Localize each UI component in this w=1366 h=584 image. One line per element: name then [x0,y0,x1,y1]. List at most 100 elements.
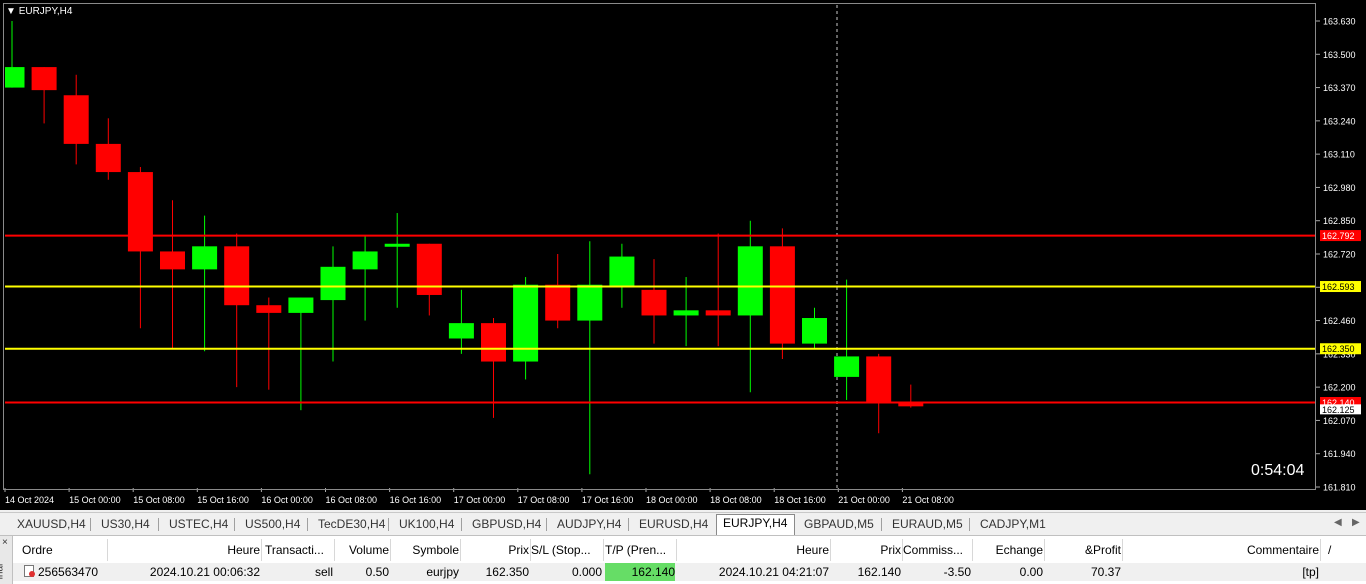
tab-separator [969,518,970,531]
candle-body [545,284,571,321]
terminal-side-strip: × inal [0,536,13,584]
column-header-type[interactable]: Transacti... [265,539,333,561]
cell-swap: 0.00 [1019,565,1043,579]
column-header-swap[interactable]: Echange [973,539,1043,561]
column-header-sl[interactable]: S/L (Stop... [531,539,602,561]
y-axis-tick-label: 162.460 [1323,316,1356,326]
tab-separator [881,518,882,531]
column-header-volume[interactable]: Volume [335,539,389,561]
x-axis-tick-label: 18 Oct 16:00 [774,495,826,505]
x-axis-tick-label: 15 Oct 16:00 [197,495,249,505]
cell-volume: 0.50 [365,565,389,579]
x-axis-tick-label: 21 Oct 08:00 [902,495,954,505]
candle-countdown-timer: 0:54:04 [1251,462,1305,479]
tab-audjpy-h4[interactable]: AUDJPY,H4 [551,516,626,533]
closed-order-icon [24,565,35,577]
column-separator[interactable] [261,539,262,561]
x-axis-tick-label: 17 Oct 00:00 [454,495,506,505]
candle-body [577,284,603,321]
price-line-tag-label: 162.792 [1322,231,1355,241]
tab-separator [90,518,91,531]
column-separator[interactable] [1320,539,1321,561]
candle-body [31,67,57,91]
price-chart[interactable]: 163.630 163.500 163.370 163.240 163.110 162.9… [0,0,1366,510]
tab-eurusd-h4[interactable]: EURUSD,H4 [633,516,709,533]
column-header-tp[interactable]: T/P (Pren... [605,539,675,561]
column-header-commission[interactable]: Commiss... [903,539,971,561]
y-axis-tick-label: 162.980 [1323,183,1356,193]
candle-body [352,251,378,270]
chart-symbol-label[interactable]: ▼ EURJPY,H4 [6,6,72,17]
cell-open-time: 2024.10.21 00:06:32 [149,565,260,579]
order-status-dot-icon [29,571,35,577]
candle-body [737,246,763,316]
candle-body [5,67,25,88]
x-axis-tick-label: 18 Oct 00:00 [646,495,698,505]
tab-us500-h4[interactable]: US500,H4 [239,516,305,533]
candle-body [160,251,185,270]
candle-body [513,284,539,362]
dropdown-triangle-icon: ▼ [6,6,16,17]
column-header-close-time[interactable]: Heure [677,539,829,561]
candle-body [834,356,860,377]
price-line-tag-label: 162.350 [1322,344,1355,354]
x-axis-tick-label: 15 Oct 00:00 [69,495,121,505]
terminal-panel: × inal Ordre Heure Transacti... Volume Symbo… [0,535,1366,584]
chart-symbol-text: EURJPY,H4 [18,6,73,17]
column-header-symbol[interactable]: Symbole [391,539,459,561]
candle-body [127,172,153,252]
cell-symbol: eurjpy [426,565,459,579]
cell-comment: [tp] [1302,565,1319,579]
tab-gbpaud-m5[interactable]: GBPAUD,M5 [798,516,879,533]
column-header-close-price[interactable]: Prix [831,539,901,561]
y-axis-tick-label: 162.720 [1323,250,1356,260]
tab-cadjpy-m1[interactable]: CADJPY,M1 [974,516,1050,533]
column-header-open-time[interactable]: Heure [108,539,260,561]
candle-body [192,246,218,270]
close-icon[interactable]: × [2,537,8,548]
x-axis-tick-label: 21 Oct 00:00 [838,495,890,505]
y-axis-tick-label: 163.370 [1323,83,1356,93]
tab-tecde30-h4[interactable]: TecDE30,H4 [312,516,386,533]
column-separator[interactable] [603,539,604,561]
y-axis-tick-label: 163.110 [1323,150,1355,160]
cell-profit: 70.37 [1090,565,1121,579]
column-header-profit[interactable]: &Profit [1045,539,1121,561]
y-axis-tick-label: 162.850 [1323,216,1356,226]
tab-ustec-h4[interactable]: USTEC,H4 [163,516,232,533]
y-axis-tick-label: 161.810 [1323,483,1356,493]
cell-sl: 0.000 [571,565,602,579]
tab-eurjpy-h4[interactable]: EURJPY,H4 [716,514,795,535]
candle-body [288,297,314,313]
column-header-order[interactable]: Ordre [22,539,106,561]
tab-separator [628,518,629,531]
candle-body [802,318,827,344]
tab-gbpusd-h4[interactable]: GBPUSD,H4 [466,516,544,533]
candle-body [705,310,731,316]
tab-us30-h4[interactable]: US30,H4 [95,516,156,533]
candlestick-chart[interactable]: 163.630 163.500 163.370 163.240 163.110 162.9… [0,0,1366,510]
tab-separator [234,518,235,531]
tab-euraud-m5[interactable]: EURAUD,M5 [886,516,967,533]
column-header-comment[interactable]: Commentaire [1123,539,1319,561]
candle-body [866,356,892,403]
tab-uk100-h4[interactable]: UK100,H4 [393,516,459,533]
tab-xauusd-h4[interactable]: XAUUSD,H4 [11,516,88,533]
candle-body [448,323,474,339]
x-axis-tick-label: 15 Oct 08:00 [133,495,185,505]
candle-body [769,246,795,344]
scroll-right-icon[interactable]: ▶ [1352,517,1360,528]
tab-separator [546,518,547,531]
candle-body [641,289,667,316]
tab-separator [461,518,462,531]
candle-body [384,243,410,247]
chart-tabs-bar: XAUUSD,H4 US30,H4 USTEC,H4 US500,H4 TecDE30,… [0,512,1366,535]
y-axis-tick-label: 163.240 [1323,116,1356,126]
terminal-side-label: inal [0,563,6,580]
x-axis-tick-label: 14 Oct 2024 [5,495,54,505]
cell-order: 256563470 [38,565,99,579]
cell-close-price: 162.140 [857,565,901,579]
column-header-open-price[interactable]: Prix [461,539,529,561]
x-axis-tick-label: 17 Oct 08:00 [518,495,570,505]
scroll-left-icon[interactable]: ◀ [1334,517,1342,528]
